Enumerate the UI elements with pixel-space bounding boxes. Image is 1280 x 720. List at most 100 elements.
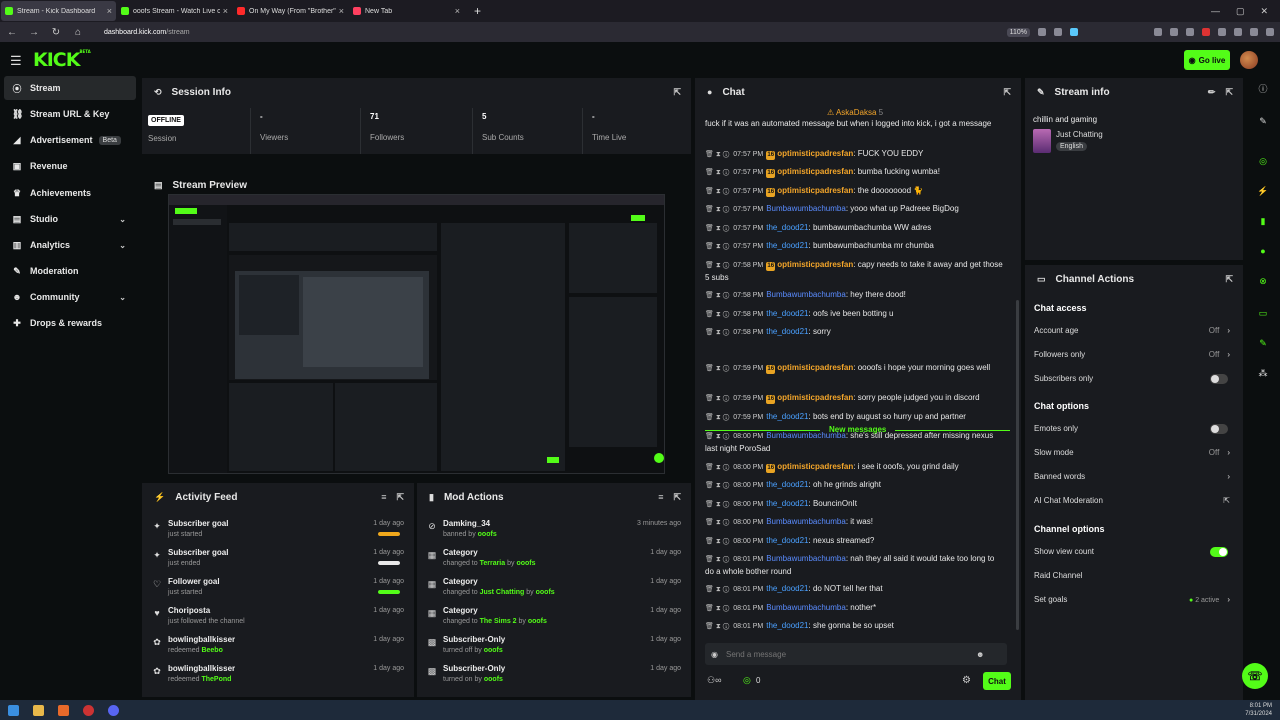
mod-tools-icon[interactable]: 🗑 ⧗ ⓘ bbox=[705, 556, 729, 563]
extension-icon[interactable] bbox=[1186, 28, 1194, 36]
chat-send-button[interactable]: Chat bbox=[983, 672, 1011, 690]
channel-action-show-view-count[interactable]: Show view count bbox=[1034, 547, 1234, 561]
sidebar-item-achievements[interactable]: ♛ Achievements bbox=[4, 181, 136, 205]
message-username[interactable]: optimisticpadresfan bbox=[777, 167, 853, 176]
extension-icon[interactable] bbox=[1154, 28, 1162, 36]
app-icon[interactable] bbox=[83, 704, 94, 716]
feed-item[interactable]: ✿ bowlingballkisser redeemed Beebo 1 day ag… bbox=[142, 633, 414, 662]
reload-icon[interactable]: ↻ bbox=[50, 27, 62, 38]
mod-tools-icon[interactable]: 🗑 ⧗ ⓘ bbox=[705, 206, 729, 213]
extension-icon[interactable] bbox=[1038, 28, 1046, 36]
browser-tab[interactable]: New Tab × bbox=[349, 1, 464, 21]
chat-message[interactable]: 🗑 ⧗ ⓘ 08:00 PM the_dood21: oh he grinds al… bbox=[705, 479, 1005, 492]
channel-action-set-goals[interactable]: Set goals ● 2 active › bbox=[1034, 595, 1234, 609]
chat-message[interactable]: 🗑 ⧗ ⓘ 07:57 PM 16 optimisticpadresfan: FUCK… bbox=[705, 148, 1005, 161]
mod-tools-icon[interactable]: 🗑 ⧗ ⓘ bbox=[705, 329, 729, 336]
sidebar-item-stream-url-key[interactable]: ⛓ Stream URL & Key bbox=[4, 102, 136, 126]
message-username[interactable]: Bumbawumbachumba bbox=[766, 603, 846, 612]
channel-action-ai-chat-moderation[interactable]: AI Chat Moderation ⇱ bbox=[1034, 496, 1234, 510]
chat-message[interactable]: 🗑 ⧗ ⓘ 07:59 PM 16 optimisticpadresfan: sorr… bbox=[705, 392, 1005, 405]
sidebar-item-moderation[interactable]: ✎ Moderation bbox=[4, 259, 136, 283]
mod-action-item[interactable]: ▩ Subscriber-Only turned on by ooofs 1 day … bbox=[417, 662, 691, 691]
feed-item[interactable]: ✦ Subscriber goal just started 1 day ago bbox=[142, 517, 414, 546]
lightning-icon[interactable]: ⚡ bbox=[1256, 186, 1270, 200]
star-icon[interactable] bbox=[1070, 28, 1078, 36]
mod-tools-icon[interactable]: 🗑 ⧗ ⓘ bbox=[705, 151, 729, 158]
mod-tools-icon[interactable]: 🗑 ⧗ ⓘ bbox=[705, 482, 729, 489]
chat-message[interactable]: 🗑 ⧗ ⓘ 07:59 PM 16 optimisticpadresfan: oooo… bbox=[705, 362, 1005, 375]
mod-tools-icon[interactable]: 🗑 ⧗ ⓘ bbox=[705, 501, 729, 508]
mod-tools-icon[interactable]: 🗑 ⧗ ⓘ bbox=[705, 605, 729, 612]
chat-message[interactable]: 🗑 ⧗ ⓘ 07:57 PM 16 optimisticpadresfan: bumb… bbox=[705, 166, 1005, 179]
points-icon[interactable]: ◎ bbox=[743, 675, 751, 686]
mod-tools-icon[interactable]: 🗑 ⧗ ⓘ bbox=[705, 292, 729, 299]
firefox-icon[interactable] bbox=[58, 704, 69, 716]
channel-action-banned-words[interactable]: Banned words › bbox=[1034, 472, 1234, 486]
chat-scrollbar[interactable] bbox=[1016, 300, 1019, 630]
message-username[interactable]: optimisticpadresfan bbox=[777, 462, 853, 471]
mod-tools-icon[interactable]: 🗑 ⧗ ⓘ bbox=[705, 586, 729, 593]
message-username[interactable]: the_dood21 bbox=[766, 536, 808, 545]
chat-message[interactable]: 🗑 ⧗ ⓘ 08:01 PM Bumbawumbachumba: nother* bbox=[705, 602, 1005, 615]
chat-message[interactable]: 🗑 ⧗ ⓘ 07:59 PM the_dood21: bots end by aug… bbox=[705, 411, 1005, 424]
channel-action-account-age[interactable]: Account age Off › bbox=[1034, 326, 1234, 340]
chat-input[interactable] bbox=[725, 649, 976, 659]
feed-item[interactable]: ✦ Subscriber goal just ended 1 day ago bbox=[142, 546, 414, 575]
feed-item[interactable]: ♡ Follower goal just started 1 day ago bbox=[142, 575, 414, 604]
sidebar-item-advertisement[interactable]: ◢ Advertisement Beta bbox=[4, 128, 136, 152]
shield-icon[interactable]: ▮ bbox=[1256, 216, 1270, 230]
chat-message[interactable]: 🗑 ⧗ ⓘ 08:00 PM Bumbawumbachumba: it was! bbox=[705, 516, 1005, 529]
monitor-icon[interactable]: ▭ bbox=[1256, 308, 1270, 322]
filter-icon[interactable]: ≡ bbox=[658, 492, 663, 503]
mod-tools-icon[interactable]: 🗑 ⧗ ⓘ bbox=[705, 623, 729, 630]
mod-tools-icon[interactable]: 🗑 ⧗ ⓘ bbox=[705, 538, 729, 545]
feed-item[interactable]: ♥ Choriposta just followed the channel 1 da… bbox=[142, 604, 414, 633]
extension-icon[interactable] bbox=[1234, 28, 1242, 36]
minimize-icon[interactable]: — bbox=[1211, 6, 1220, 17]
extension-icon[interactable] bbox=[1250, 28, 1258, 36]
tab-close-icon[interactable]: × bbox=[107, 6, 112, 16]
channel-action-emotes-only[interactable]: Emotes only bbox=[1034, 424, 1234, 438]
message-username[interactable]: optimisticpadresfan bbox=[777, 149, 853, 158]
chat-message[interactable]: 🗑 ⧗ ⓘ 07:57 PM the_dood21: bumbawumbachumb… bbox=[705, 240, 1005, 253]
file-explorer-icon[interactable] bbox=[33, 704, 44, 716]
menu-icon[interactable] bbox=[1266, 28, 1274, 36]
message-username[interactable]: the_dood21 bbox=[766, 499, 808, 508]
system-clock[interactable]: 8:01 PM 7/31/2024 bbox=[1245, 702, 1272, 718]
popout-icon[interactable]: ⇱ bbox=[1225, 274, 1233, 285]
extension-icon[interactable] bbox=[1202, 28, 1210, 36]
mod-action-item[interactable]: ▦ Category changed to The Sims 2 by ooofs 1… bbox=[417, 604, 691, 633]
message-username[interactable]: Bumbawumbachumba bbox=[766, 204, 846, 213]
chat-message[interactable]: 🗑 ⧗ ⓘ 08:01 PM the_dood21: do NOT tell her… bbox=[705, 583, 1005, 596]
apps-icon[interactable]: ⁂ bbox=[1256, 368, 1270, 382]
browser-tab[interactable]: ooofs Stream - Watch Live on K× bbox=[117, 1, 232, 21]
message-username[interactable]: the_dood21 bbox=[766, 223, 808, 232]
go-live-button[interactable]: ◉ Go live bbox=[1184, 50, 1230, 70]
message-username[interactable]: optimisticpadresfan bbox=[777, 186, 853, 195]
popout-icon[interactable]: ⇱ bbox=[396, 492, 404, 503]
new-tab-icon[interactable]: + bbox=[474, 4, 481, 18]
tab-close-icon[interactable]: × bbox=[223, 6, 228, 16]
browser-tab[interactable]: Stream - Kick Dashboard × bbox=[1, 1, 116, 21]
mod-tools-icon[interactable]: 🗑 ⧗ ⓘ bbox=[705, 365, 729, 372]
message-username[interactable]: the_dood21 bbox=[766, 412, 808, 421]
help-chat-icon[interactable]: ☏ bbox=[1242, 663, 1268, 689]
chat-message[interactable]: 🗑 ⧗ ⓘ 08:00 PM 16 optimisticpadresfan: i se… bbox=[705, 461, 1005, 474]
message-username[interactable]: optimisticpadresfan bbox=[777, 363, 853, 372]
emoji-icon[interactable]: ☻ bbox=[976, 650, 984, 659]
popout-icon[interactable]: ⇱ bbox=[1003, 87, 1011, 98]
filter-icon[interactable]: ≡ bbox=[381, 492, 386, 503]
channel-action-slow-mode[interactable]: Slow mode Off › bbox=[1034, 448, 1234, 462]
channel-action-raid-channel[interactable]: Raid Channel bbox=[1034, 571, 1234, 585]
message-username[interactable]: Bumbawumbachumba bbox=[766, 517, 846, 526]
channel-action-subscribers-only[interactable]: Subscribers only bbox=[1034, 374, 1234, 388]
message-username[interactable]: the_dood21 bbox=[766, 327, 808, 336]
windows-start-icon[interactable] bbox=[8, 704, 19, 716]
message-username[interactable]: the_dood21 bbox=[766, 584, 808, 593]
sidebar-item-revenue[interactable]: ▣ Revenue bbox=[4, 154, 136, 178]
sidebar-item-stream[interactable]: ⦿ Stream bbox=[4, 76, 136, 100]
message-username[interactable]: the_dood21 bbox=[766, 621, 808, 630]
chat-bubble-icon[interactable]: ● bbox=[1256, 246, 1270, 260]
chat-message[interactable]: 🗑 ⧗ ⓘ 07:58 PM the_dood21: oofs ive been b… bbox=[705, 308, 1005, 321]
mod-action-item[interactable]: ▦ Category changed to Terraria by ooofs 1 d… bbox=[417, 546, 691, 575]
